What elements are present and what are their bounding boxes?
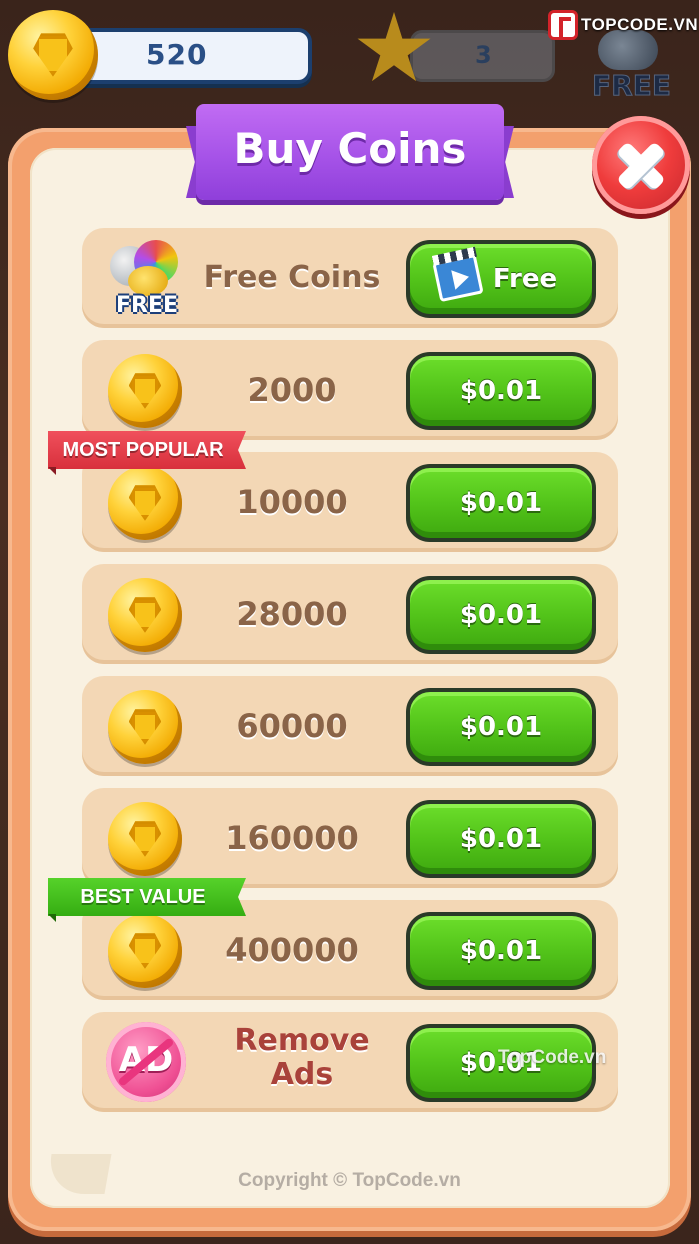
buy-pack-button[interactable]: $0.01 xyxy=(406,800,596,878)
pack-price: $0.01 xyxy=(459,376,543,406)
hud-free-label: FREE xyxy=(592,69,672,103)
remove-ads-line2: Ads xyxy=(270,1057,334,1092)
coin-balance-value: 520 xyxy=(146,38,208,71)
copyright-text: Copyright © TopCode.vn xyxy=(238,1170,461,1191)
coin-pack-row: 160000 $0.01 xyxy=(82,788,618,888)
free-coins-icon: FREE xyxy=(106,236,188,320)
buy-pack-button[interactable]: $0.01 xyxy=(406,688,596,766)
coin-pack-row: 2000 $0.01 xyxy=(82,340,618,440)
coin-balance-bar: 520 xyxy=(62,28,312,84)
free-button-label: Free xyxy=(492,264,558,294)
no-ads-icon: AD xyxy=(106,1022,186,1102)
best-value-tag: BEST VALUE xyxy=(48,878,246,922)
watermark-text: TOPCODE.VN xyxy=(581,15,699,34)
coin-icon xyxy=(108,914,182,988)
coin-icon xyxy=(8,10,98,100)
free-coins-label: Free Coins xyxy=(203,260,381,295)
buy-pack-button[interactable]: $0.01 xyxy=(406,352,596,430)
pack-price: $0.01 xyxy=(459,600,543,630)
pack-amount: 28000 xyxy=(236,595,348,633)
gold-coin-icon xyxy=(128,266,168,296)
free-coins-row: FREE Free Coins Free xyxy=(82,228,618,328)
top-hud: 520 3 FREE TOPCODE.VN xyxy=(0,0,699,103)
dialog-title-ribbon: Buy Coins xyxy=(186,104,514,204)
coin-pack-row: 60000 $0.01 xyxy=(82,676,618,776)
pack-amount: 160000 xyxy=(225,819,359,857)
coin-icon xyxy=(108,466,182,540)
dialog-title: Buy Coins xyxy=(233,124,467,173)
remove-ads-line1: Remove xyxy=(234,1023,370,1058)
star-balance-value: 3 xyxy=(475,41,492,69)
pack-amount: 60000 xyxy=(236,707,348,745)
pack-amount: 2000 xyxy=(247,371,337,409)
watermark-logo: TOPCODE.VN xyxy=(548,10,698,40)
pack-price: $0.01 xyxy=(459,488,543,518)
most-popular-label: MOST POPULAR xyxy=(62,439,224,461)
free-coins-button[interactable]: Free xyxy=(406,240,596,318)
most-popular-tag: MOST POPULAR xyxy=(48,431,246,475)
watermark-overlay: TopCode.vn xyxy=(498,1047,607,1068)
buy-pack-button[interactable]: $0.01 xyxy=(406,912,596,990)
topcode-logo-icon xyxy=(548,10,578,40)
close-button[interactable] xyxy=(592,116,690,214)
best-value-label: BEST VALUE xyxy=(80,886,206,908)
coin-icon xyxy=(108,578,182,652)
pack-price: $0.01 xyxy=(459,712,543,742)
buy-pack-button[interactable]: $0.01 xyxy=(406,576,596,654)
pack-price: $0.01 xyxy=(459,936,543,966)
hud-free-coins-button[interactable]: FREE xyxy=(590,30,672,103)
coin-icon xyxy=(108,690,182,764)
coin-pack-row: 28000 $0.01 xyxy=(82,564,618,664)
buy-pack-button[interactable]: $0.01 xyxy=(406,464,596,542)
free-icon-label: FREE xyxy=(115,293,179,318)
coin-icon xyxy=(108,354,182,428)
pack-price: $0.01 xyxy=(459,824,543,854)
star-balance-bar: 3 xyxy=(410,30,555,82)
coin-icon xyxy=(108,802,182,876)
remove-ads-label: Remove Ads xyxy=(202,1024,402,1092)
